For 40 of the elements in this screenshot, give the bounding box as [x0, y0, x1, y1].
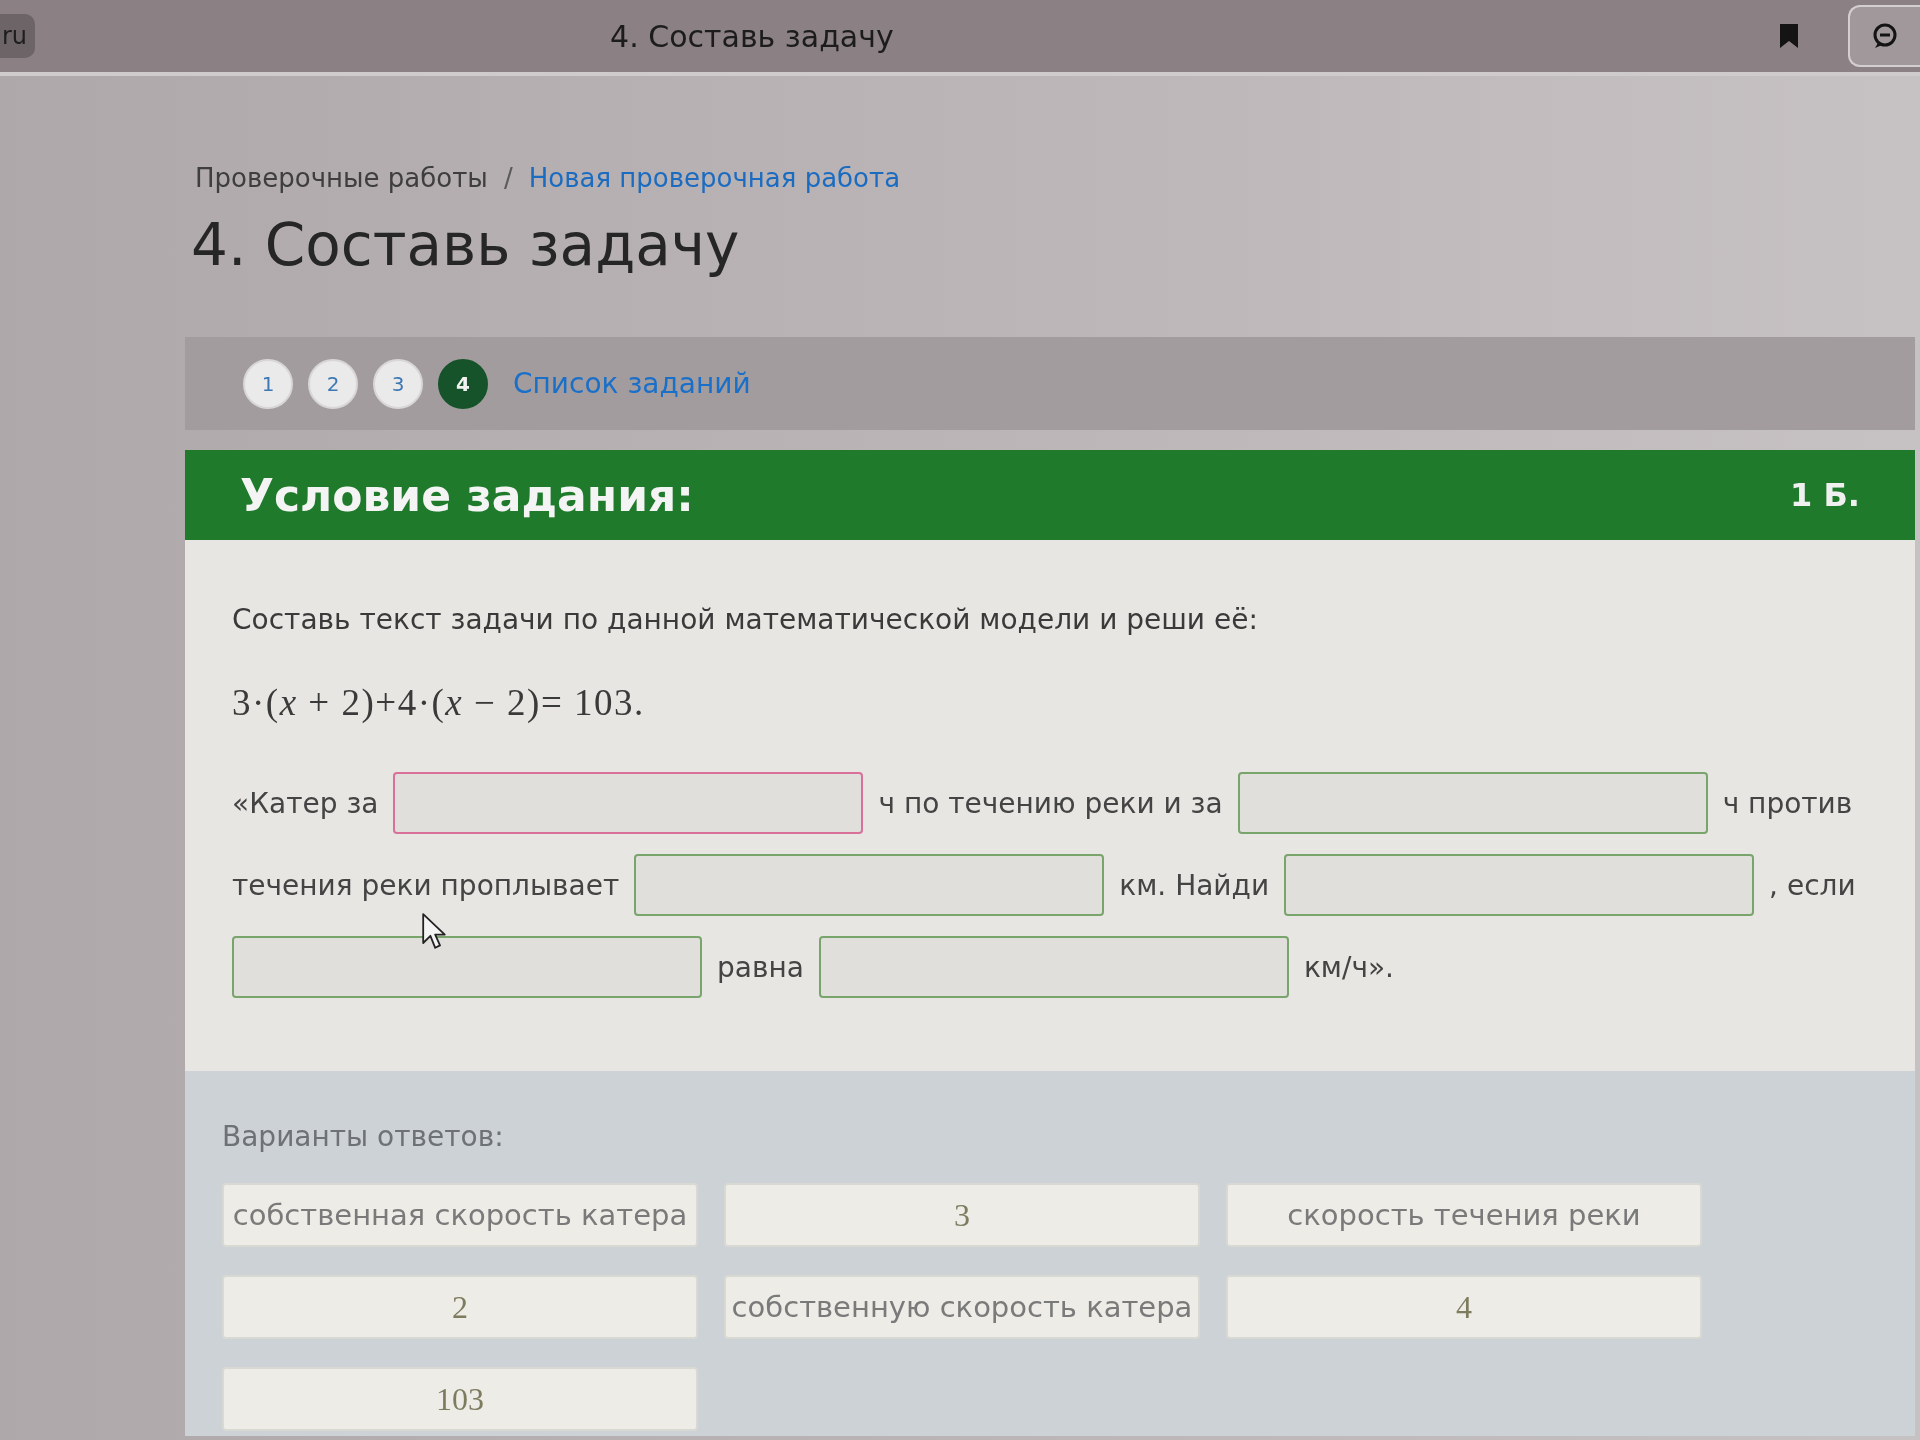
answer-option[interactable]: 3: [724, 1183, 1200, 1247]
equation-text: 3·(x + 2)+4·(x − 2)= 103.: [232, 683, 646, 723]
page-title: 4. Составь задачу: [191, 210, 741, 280]
breadcrumb-link[interactable]: Проверочные работы: [195, 163, 488, 193]
bookmark-icon[interactable]: [1780, 24, 1798, 48]
answer-option[interactable]: собственную скорость катера: [724, 1275, 1200, 1339]
task-list-link[interactable]: Список заданий: [513, 367, 751, 400]
answer-option[interactable]: собственная скорость катера: [222, 1183, 698, 1247]
step-button[interactable]: 1: [243, 358, 293, 409]
instruction-text: Составь текст задачи по данной математической модели и реши её:: [232, 602, 1259, 638]
sentence-text: ч по течению реки и за: [878, 786, 1223, 820]
address-field[interactable]: ru: [0, 14, 36, 58]
answer-field[interactable]: [1237, 772, 1708, 834]
sentence-text: «Катер за: [232, 786, 379, 820]
sentence-text: равна: [717, 950, 804, 984]
answers-heading: Варианты ответов:: [222, 1119, 505, 1155]
sentence-text: км. Найди: [1119, 868, 1270, 902]
sentence-text: км/ч».: [1303, 950, 1394, 984]
breadcrumb-link[interactable]: Новая проверочная работа: [528, 163, 901, 193]
speech-bubble-icon: [1872, 23, 1898, 49]
answer-field[interactable]: [818, 936, 1289, 998]
answer-field[interactable]: [393, 772, 864, 834]
sentence-text: течения реки проплывает: [232, 868, 620, 902]
answer-option[interactable]: 2: [222, 1275, 698, 1339]
sentence-text: ч против: [1722, 786, 1853, 820]
chat-button[interactable]: [1848, 5, 1920, 67]
answer-option[interactable]: скорость течения реки: [1226, 1183, 1702, 1247]
sentence-text: , если: [1769, 868, 1856, 902]
answer-option[interactable]: 4: [1226, 1275, 1702, 1339]
tab-title: 4. Составь задачу: [610, 18, 894, 54]
answer-field[interactable]: [634, 854, 1105, 916]
step-button[interactable]: 3: [373, 358, 423, 409]
section-title: Условие задания:: [240, 469, 694, 521]
step-button[interactable]: 2: [308, 358, 358, 409]
answer-field[interactable]: [1284, 854, 1755, 916]
step-button[interactable]: 4: [438, 358, 488, 409]
points-label: 1 Б.: [1790, 476, 1860, 514]
breadcrumb-separator: /: [503, 163, 513, 193]
answer-option[interactable]: 103: [222, 1367, 698, 1431]
answer-field[interactable]: [232, 936, 702, 998]
